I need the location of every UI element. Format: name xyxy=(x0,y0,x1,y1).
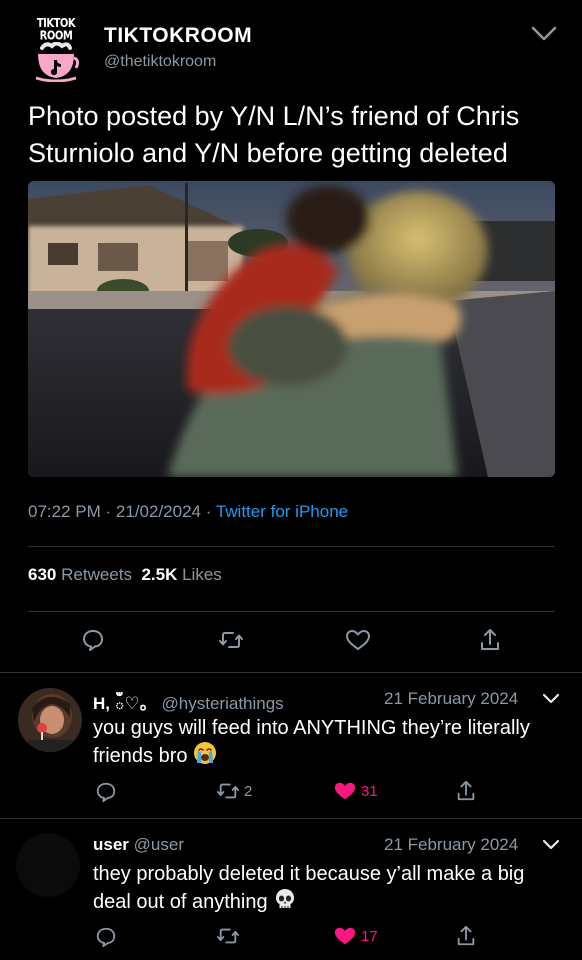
reply-date: 21 February 2024 xyxy=(384,689,519,708)
reply-text: you guys will feed into ANYTHING they’re… xyxy=(93,715,563,769)
share-icon xyxy=(481,629,499,650)
retweet-icon xyxy=(217,928,239,944)
cup-logo-icon xyxy=(35,42,80,82)
retweets-count: 630 xyxy=(28,565,57,584)
share-icon xyxy=(457,925,475,946)
tweet-time: 07:22 PM xyxy=(28,502,101,521)
retweet-icon xyxy=(217,783,239,799)
reply-avatar[interactable] xyxy=(18,688,82,752)
photo-image xyxy=(28,181,555,477)
avatar-logo-text: TIKTOK ROOM xyxy=(36,16,76,43)
like-button[interactable]: 31 xyxy=(333,780,378,802)
share-button[interactable] xyxy=(455,779,477,803)
reply-handle[interactable]: @hysteriathings xyxy=(162,694,284,713)
divider xyxy=(0,818,582,819)
crying-face-emoji xyxy=(194,742,217,764)
display-name[interactable]: TIKTOKROOM xyxy=(104,24,252,48)
chevron-down-icon[interactable] xyxy=(530,24,558,44)
retweets-stat[interactable]: 630 Retweets xyxy=(28,565,132,584)
reply-display-name[interactable]: H, ఀ♡。 xyxy=(93,694,157,713)
retweets-label: Retweets xyxy=(61,565,132,584)
skull-emoji xyxy=(276,889,295,908)
likes-count: 2.5K xyxy=(141,565,178,584)
tweet-text: Photo posted by Y/N L/N’s friend of Chri… xyxy=(28,101,520,168)
account-avatar[interactable]: TIKTOK ROOM xyxy=(28,16,84,82)
meta-separator: · xyxy=(205,502,212,521)
avatar-photo xyxy=(18,688,82,752)
reply-button[interactable] xyxy=(81,628,105,652)
share-button[interactable] xyxy=(478,627,502,653)
reply-button[interactable] xyxy=(95,781,117,803)
reply-avatar[interactable] xyxy=(16,833,80,897)
tweet-date: 21/02/2024 xyxy=(115,502,201,521)
reply-icon xyxy=(83,630,103,651)
retweet-button[interactable]: 2 xyxy=(216,780,252,802)
like-button[interactable]: 17 xyxy=(333,925,378,947)
reply-icon xyxy=(96,782,116,803)
like-count: 17 xyxy=(361,927,378,945)
reply-icon xyxy=(96,927,116,948)
retweet-button[interactable] xyxy=(216,925,244,947)
likes-stat[interactable]: 2.5K Likes xyxy=(141,565,221,584)
reply-date: 21 February 2024 xyxy=(384,835,519,854)
meta-separator: · xyxy=(105,502,112,521)
divider xyxy=(28,611,555,612)
reply-header: H, ఀ♡。 @hysteriathings xyxy=(93,689,284,718)
likes-label: Likes xyxy=(182,565,222,584)
chevron-down-icon[interactable] xyxy=(541,692,561,706)
reply-text: they probably deleted it because y’all m… xyxy=(93,861,563,915)
reply-display-name[interactable]: user xyxy=(93,835,129,854)
retweet-icon xyxy=(219,632,243,648)
share-icon xyxy=(457,780,475,801)
chevron-down-icon[interactable] xyxy=(541,838,561,852)
like-icon xyxy=(334,927,356,945)
tweet-stats: 630 Retweets 2.5K Likes xyxy=(28,565,222,585)
divider xyxy=(0,672,582,673)
tweet-detail-screen: TIKTOK ROOM TIKTOKROOM @thetiktokroom Ph… xyxy=(0,0,582,960)
tweet-photo[interactable] xyxy=(28,181,555,477)
tweet-meta: 07:22 PM · 21/02/2024 · Twitter for iPho… xyxy=(28,502,348,522)
like-count: 31 xyxy=(361,782,378,800)
like-icon xyxy=(334,782,356,800)
retweet-count: 2 xyxy=(244,782,253,800)
retweet-button[interactable] xyxy=(218,628,244,652)
reply-button[interactable] xyxy=(95,926,117,948)
share-button[interactable] xyxy=(455,924,477,948)
user-handle[interactable]: @thetiktokroom xyxy=(104,53,216,71)
reply-text-content: they probably deleted it because y’all m… xyxy=(93,863,525,913)
like-icon xyxy=(346,630,370,650)
reply-handle[interactable]: @user xyxy=(134,835,184,854)
reply-header: user @user xyxy=(93,835,184,855)
like-button[interactable] xyxy=(345,628,371,652)
tweet-source-link[interactable]: Twitter for iPhone xyxy=(216,502,348,521)
divider xyxy=(28,546,555,547)
reply-text-content: you guys will feed into ANYTHING they’re… xyxy=(93,717,530,767)
